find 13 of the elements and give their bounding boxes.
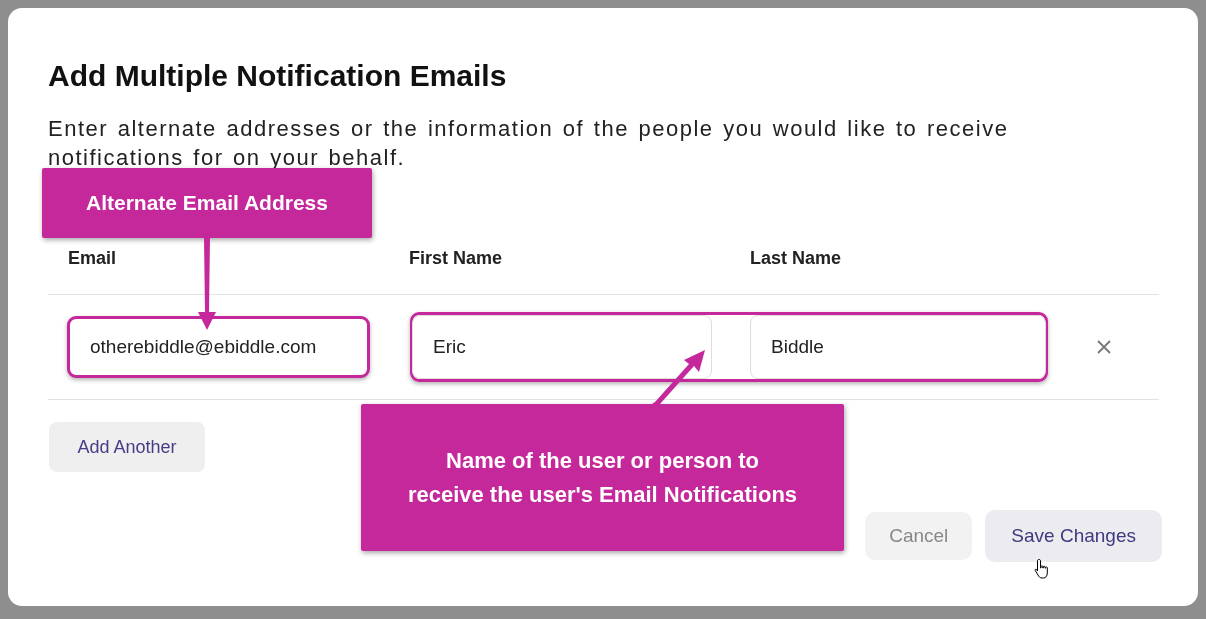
callout-label: Name of the user or person to receive the user's Email Notifications (361, 404, 844, 551)
first-name-input-field[interactable]: Eric (412, 315, 712, 379)
column-header: Last Name (750, 248, 842, 269)
last-name-input-field[interactable]: Biddle (750, 315, 1046, 379)
callout-label: Alternate Email Address (42, 168, 372, 238)
email-input-field[interactable]: otherebiddle@ebiddle.com (67, 316, 370, 378)
column-header: Email (68, 248, 118, 269)
dialog-title: Add Multiple Notification Emails (48, 58, 508, 94)
add-another-button[interactable]: Add Another (49, 422, 205, 472)
remove-icon[interactable] (1097, 340, 1111, 354)
column-header: First Name (409, 248, 504, 269)
hand-cursor-icon (1034, 558, 1050, 580)
dialog-button[interactable]: Save Changes (985, 510, 1162, 562)
